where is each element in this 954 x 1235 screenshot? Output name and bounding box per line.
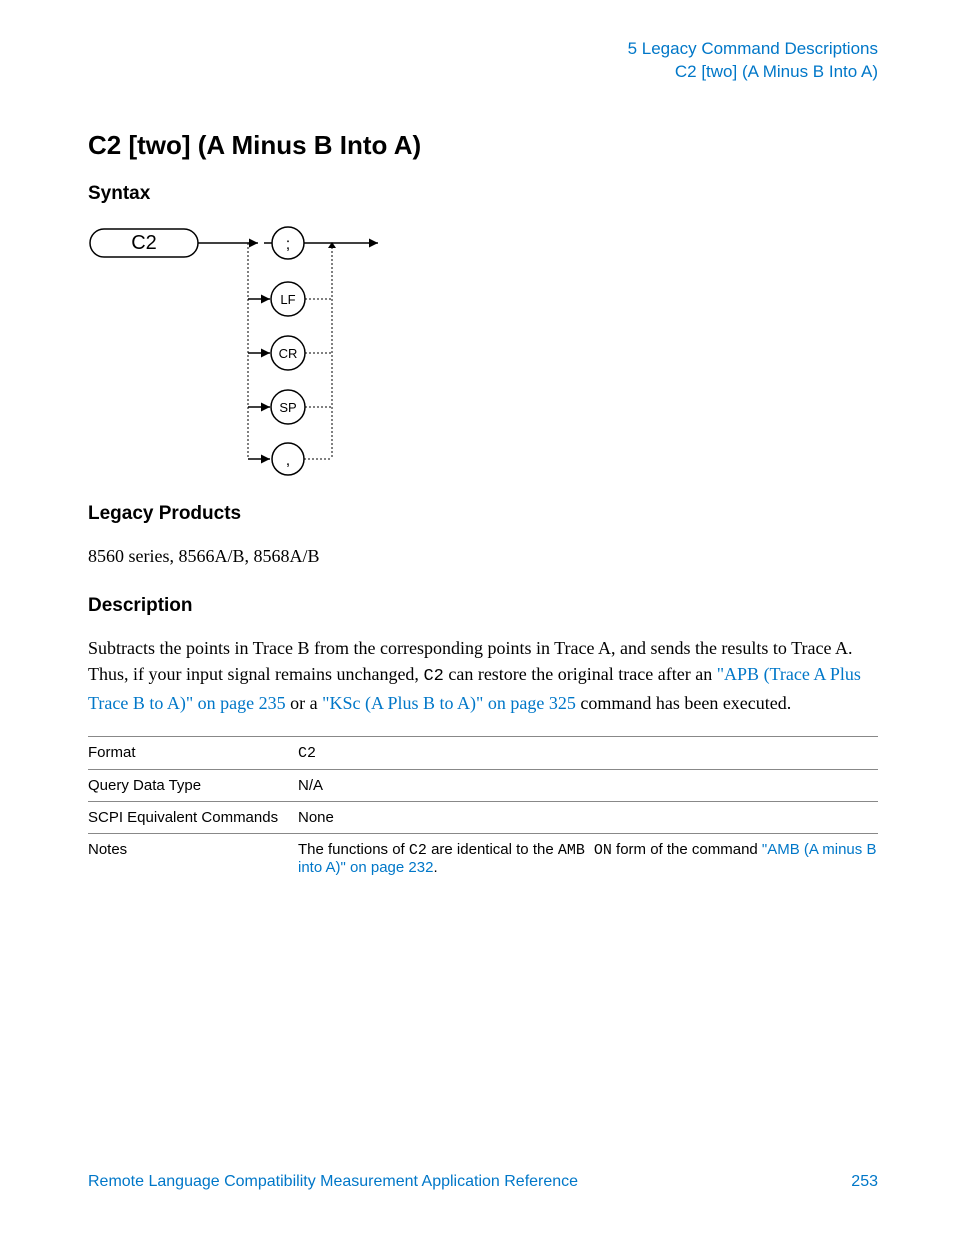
syntax-diagram: C2 ; LF CR <box>88 219 388 479</box>
header-chapter: 5 Legacy Command Descriptions <box>628 38 878 61</box>
row-label-format: Format <box>88 744 298 761</box>
row-value-format: C2 <box>298 744 878 762</box>
legacy-products-text: 8560 series, 8566A/B, 8568A/B <box>88 543 878 569</box>
row-label-notes: Notes <box>88 841 298 858</box>
row-value-query: N/A <box>298 777 878 794</box>
table-row: SCPI Equivalent Commands None <box>88 801 878 833</box>
row-label-query: Query Data Type <box>88 777 298 794</box>
row-label-scpi: SCPI Equivalent Commands <box>88 809 298 826</box>
syntax-heading: Syntax <box>88 183 878 205</box>
table-row: Format C2 <box>88 736 878 769</box>
page-title: C2 [two] (A Minus B Into A) <box>88 130 878 161</box>
row-value-notes: The functions of C2 are identical to the… <box>298 841 878 876</box>
attribute-table: Format C2 Query Data Type N/A SCPI Equiv… <box>88 736 878 883</box>
table-row: Notes The functions of C2 are identical … <box>88 833 878 883</box>
footer-page-number: 253 <box>851 1173 878 1191</box>
row-value-scpi: None <box>298 809 878 826</box>
desc-text: command has been executed. <box>576 693 791 713</box>
syntax-option-semicolon: ; <box>286 236 290 253</box>
syntax-option-comma: , <box>286 452 290 469</box>
syntax-start: C2 <box>131 232 157 254</box>
page-header: 5 Legacy Command Descriptions C2 [two] (… <box>628 38 878 84</box>
syntax-option-cr: CR <box>279 346 298 361</box>
page-content: C2 [two] (A Minus B Into A) Syntax C2 ; <box>88 130 878 883</box>
footer-doc-title: Remote Language Compatibility Measuremen… <box>88 1173 578 1191</box>
syntax-option-lf: LF <box>280 292 295 307</box>
desc-text: or a <box>286 693 322 713</box>
header-topic: C2 [two] (A Minus B Into A) <box>628 61 878 84</box>
desc-text: can restore the original trace after an <box>444 664 717 684</box>
description-heading: Description <box>88 595 878 617</box>
description-paragraph: Subtracts the points in Trace B from the… <box>88 635 878 716</box>
syntax-option-sp: SP <box>279 400 296 415</box>
legacy-products-heading: Legacy Products <box>88 503 878 525</box>
desc-code-c2: C2 <box>423 667 443 686</box>
table-row: Query Data Type N/A <box>88 769 878 801</box>
link-ksc[interactable]: "KSc (A Plus B to A)" on page 325 <box>322 693 576 713</box>
